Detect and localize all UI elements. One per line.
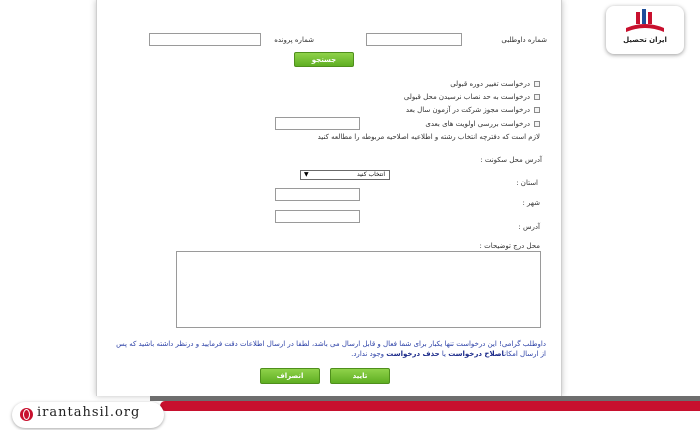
request-label: درخواست مجوز شرکت در آزمون سال بعد	[405, 106, 530, 114]
logo: ایران تحصیل	[606, 6, 684, 54]
description-label: محل درج توضیحات :	[479, 242, 540, 250]
request-label: درخواست بررسی اولویت های بعدی	[425, 120, 530, 128]
footer-accent-bar	[160, 401, 700, 411]
notice-line-2: از ارسال امکاناصلاح درخواست یا حذف درخوا…	[351, 350, 546, 358]
address-section-label: آدرس محل سکونت :	[480, 156, 542, 164]
requests-note: لازم است که دفترچه انتخاب رشته و اطلاعیه…	[317, 133, 540, 141]
file-number-input[interactable]	[149, 33, 261, 46]
dropdown-arrow-icon: ▼	[304, 171, 309, 178]
book-logo-icon	[626, 9, 664, 32]
checkbox-change-term[interactable]	[534, 81, 540, 87]
address-input[interactable]	[275, 210, 360, 223]
address-label: آدرس :	[518, 223, 540, 231]
province-select[interactable]: ▼ انتخاب کنید	[300, 170, 390, 180]
checkbox-priorities[interactable]	[534, 121, 540, 127]
province-select-value: انتخاب کنید	[356, 171, 385, 178]
province-label: استان :	[516, 179, 538, 187]
description-textarea[interactable]	[176, 251, 541, 328]
confirm-button[interactable]: تایید	[330, 368, 390, 384]
file-number-label: شماره پرونده	[274, 36, 314, 44]
site-badge: irantahsil.org	[12, 402, 164, 428]
search-button[interactable]: جستجو	[294, 52, 354, 67]
volunteer-number-input[interactable]	[366, 33, 462, 46]
logo-text: ایران تحصیل	[623, 36, 667, 44]
site-url: irantahsil.org	[37, 405, 141, 420]
globe-icon	[20, 408, 33, 421]
city-label: شهر :	[522, 199, 540, 207]
notice-line-1: داوطلب گرامی! این درخواست تنها یکبار برا…	[116, 340, 546, 348]
cancel-button[interactable]: انصراف	[260, 368, 320, 384]
city-input[interactable]	[275, 188, 360, 201]
volunteer-number-label: شماره داوطلبی	[501, 36, 547, 44]
priorities-input[interactable]	[275, 117, 360, 130]
notice-text: داوطلب گرامی! این درخواست تنها یکبار برا…	[110, 339, 546, 359]
request-label: درخواست به حد نصاب نرسیدن محل قبولی	[403, 93, 530, 101]
request-label: درخواست تغییر دوره قبولی	[450, 80, 530, 88]
checkbox-quorum[interactable]	[534, 94, 540, 100]
checkbox-next-year[interactable]	[534, 107, 540, 113]
